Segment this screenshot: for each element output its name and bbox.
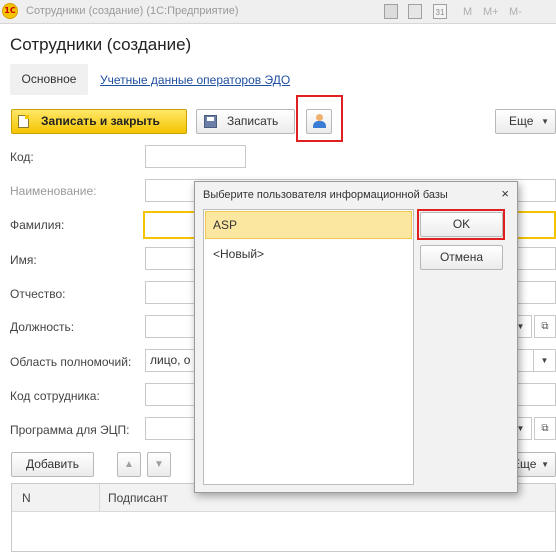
select-user-button[interactable] xyxy=(306,109,332,134)
add-button[interactable]: Добавить xyxy=(11,452,94,477)
ok-button[interactable]: OK xyxy=(420,212,503,237)
chevron-down-icon: ▼ xyxy=(541,460,549,469)
signature-program-label: Программа для ЭЦП: xyxy=(10,423,130,437)
save-button[interactable]: Записать xyxy=(196,109,295,134)
code-label: Код: xyxy=(10,150,34,164)
window-title: Сотрудники (создание) (1С:Предприятие) xyxy=(26,5,239,17)
user-icon xyxy=(313,114,326,128)
save-and-close-button[interactable]: Записать и закрыть xyxy=(11,109,187,134)
move-down-icon[interactable]: ▼ xyxy=(147,452,171,477)
list-item-new[interactable]: <Новый> xyxy=(205,240,412,268)
position-label: Должность: xyxy=(10,320,75,334)
column-divider xyxy=(99,484,100,512)
calendar-icon[interactable]: 31 xyxy=(433,4,447,19)
chevron-down-icon[interactable]: ▼ xyxy=(534,349,556,372)
patronymic-label: Отчество: xyxy=(10,287,66,301)
more-label: Еще xyxy=(509,114,534,128)
app-logo: 1С xyxy=(2,3,18,19)
open-icon[interactable]: ⧉ xyxy=(534,417,556,440)
authority-label: Область полномочий: xyxy=(10,355,132,369)
column-header-signer[interactable]: Подписант xyxy=(108,491,168,505)
employee-code-label: Код сотрудника: xyxy=(10,389,100,403)
save-and-close-label: Записать и закрыть xyxy=(41,114,160,128)
select-user-dialog: Выберите пользователя информационной баз… xyxy=(194,181,518,493)
surname-label: Фамилия: xyxy=(10,218,65,232)
memory-button-m[interactable]: M xyxy=(463,5,472,20)
open-icon[interactable]: ⧉ xyxy=(534,315,556,338)
save-label: Записать xyxy=(227,114,279,128)
cancel-button[interactable]: Отмена xyxy=(420,245,503,270)
floppy-icon xyxy=(204,115,217,128)
user-list[interactable]: ASP <Новый> xyxy=(203,209,414,485)
dialog-title: Выберите пользователя информационной баз… xyxy=(203,189,448,201)
save-icon[interactable] xyxy=(384,4,398,19)
signers-table[interactable]: N Подписант xyxy=(11,483,556,552)
column-header-n[interactable]: N xyxy=(22,491,31,505)
memory-button-mplus[interactable]: M+ xyxy=(483,5,499,20)
close-icon[interactable]: × xyxy=(501,186,509,201)
name-label: Наименование: xyxy=(10,184,97,198)
first-name-label: Имя: xyxy=(10,253,37,267)
window-titlebar: 1С Сотрудники (создание) (1С:Предприятие… xyxy=(0,0,556,24)
code-field[interactable] xyxy=(145,145,246,168)
print-icon[interactable] xyxy=(408,4,422,19)
page-title: Сотрудники (создание) xyxy=(10,35,192,54)
chevron-down-icon: ▼ xyxy=(541,117,549,126)
list-item-asp[interactable]: ASP xyxy=(205,211,412,239)
tab-edo-credentials[interactable]: Учетные данные операторов ЭДО xyxy=(100,73,290,87)
more-button[interactable]: Еще ▼ xyxy=(495,109,556,134)
move-up-icon[interactable]: ▲ xyxy=(117,452,141,477)
tab-main[interactable]: Основное xyxy=(10,64,88,95)
document-icon xyxy=(18,115,29,128)
memory-button-mminus[interactable]: M- xyxy=(509,5,522,20)
